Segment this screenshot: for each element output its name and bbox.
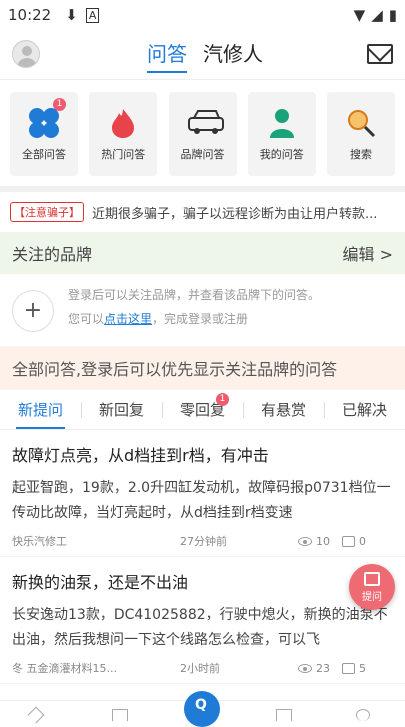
signal-icon: ◢ — [371, 6, 383, 24]
top-header: 问答 汽修人 — [0, 30, 405, 80]
followed-brands-header: 关注的品牌 编辑 > — [0, 232, 405, 274]
ask-question-button[interactable]: 提问 — [349, 564, 395, 610]
tab-qa[interactable]: 问答 — [147, 38, 187, 73]
car-icon — [186, 106, 224, 140]
ask-label: 提问 — [362, 592, 382, 603]
question-card[interactable]: 故障灯点亮，从d档挂到r档，有冲击 起亚智跑，19款，2.0升四缸发动机，故障码… — [0, 430, 405, 557]
quick-label: 全部问答 — [22, 148, 66, 161]
comment-icon — [342, 662, 355, 674]
quick-label: 我的问答 — [259, 148, 304, 161]
quick-my-qa[interactable]: 我的问答 — [247, 92, 316, 176]
app-notification-icon: A — [85, 7, 100, 23]
edit-icon — [364, 572, 380, 586]
notice-tag: 【注意骗子】 — [10, 202, 84, 222]
question-desc: 起亚智跑，19款，2.0升四缸发动机，故障码报p0731档位一传动比故障，当灯亮… — [12, 480, 391, 521]
question-user: 快乐汽修工 — [12, 535, 67, 548]
tab-badge: 1 — [216, 393, 229, 406]
tab-rewarded[interactable]: 有悬赏 — [243, 390, 324, 429]
comment-icon — [342, 535, 355, 547]
download-icon: ⬇ — [65, 6, 78, 24]
tab-new-questions[interactable]: 新提问 — [0, 390, 81, 429]
tab-label: 已解决 — [341, 401, 387, 419]
news-icon[interactable] — [112, 709, 128, 721]
tab-label: 有悬赏 — [260, 401, 306, 419]
login-link[interactable]: 点击这里 — [104, 312, 152, 326]
status-time: 10:22 — [8, 6, 52, 24]
question-time: 2小时前 — [180, 662, 220, 675]
login-banner: 全部问答,登录后可以优先显示关注品牌的问答 — [0, 346, 405, 390]
status-bar: 10:22 ⬇ A ▼ ◢ ▮ — [0, 0, 405, 30]
eye-icon — [298, 536, 312, 546]
quick-label: 品牌问答 — [180, 148, 225, 161]
views-count: 10 — [316, 534, 330, 548]
tab-zero-replies[interactable]: 零回复 1 — [162, 390, 243, 429]
notice-bar[interactable]: 【注意骗子】 近期很多骗子，骗子以远程诊断为由让用户转款... — [0, 192, 405, 232]
question-card[interactable]: 新换的油泵，还是不出油 长安逸动13款，DC41025882，行驶中熄火，新换的… — [0, 557, 405, 684]
views: 23 — [298, 662, 330, 675]
bottom-nav — [0, 691, 405, 727]
login-hint: 登录后可以关注品牌，并查看该品牌下的问答。 — [68, 288, 321, 302]
video-icon[interactable] — [276, 709, 292, 721]
quick-search[interactable]: 搜索 — [327, 92, 395, 176]
wifi-icon: ▼ — [353, 6, 366, 24]
quick-brand-qa[interactable]: 品牌问答 — [168, 92, 237, 176]
tab-mechanics[interactable]: 汽修人 — [203, 38, 263, 73]
filter-tabs: 新提问 新回复 零回复 1 有悬赏 已解决 — [0, 390, 405, 430]
hint-prefix: 您可以 — [68, 312, 105, 326]
quick-all-qa[interactable]: 1 全部问答 — [10, 92, 78, 176]
notice-text: 近期很多骗子，骗子以远程诊断为由让用户转款... — [92, 206, 378, 222]
eye-icon — [298, 663, 312, 673]
tab-new-replies[interactable]: 新回复 — [81, 390, 162, 429]
quick-hot-qa[interactable]: 热门问答 — [89, 92, 158, 176]
question-user: 冬 五金滴灌材料15... — [12, 662, 117, 675]
quick-label: 搜索 — [350, 148, 372, 161]
followed-brands-body: + 登录后可以关注品牌，并查看该品牌下的问答。 您可以点击这里，完成登录或注册 — [0, 274, 405, 346]
person-icon — [265, 106, 299, 140]
views: 10 — [298, 535, 330, 548]
battery-icon: ▮ — [388, 6, 397, 24]
add-brand-button[interactable]: + — [12, 290, 54, 332]
followed-brands-title: 关注的品牌 — [12, 245, 93, 264]
views-count: 23 — [316, 661, 330, 675]
comments: 0 — [342, 535, 366, 548]
quick-entries: 1 全部问答 热门问答 品牌问答 我的问答 搜索 — [0, 80, 405, 186]
login-hint-2: 您可以点击这里，完成登录或注册 — [68, 310, 248, 327]
comments: 5 — [342, 662, 366, 675]
clover-icon — [27, 106, 61, 140]
quick-label: 热门问答 — [101, 148, 146, 161]
question-desc: 长安逸动13款，DC41025882，行驶中熄火，新换的油泵不出油，然后我想问一… — [12, 607, 388, 648]
comments-count: 5 — [359, 661, 366, 675]
edit-button[interactable]: 编辑 > — [343, 241, 394, 265]
question-title: 故障灯点亮，从d档挂到r档，有冲击 — [12, 446, 269, 465]
search-icon — [344, 106, 378, 140]
question-title: 新换的油泵，还是不出油 — [12, 573, 189, 592]
profile-icon[interactable] — [356, 709, 370, 721]
question-time: 27分钟前 — [180, 535, 227, 548]
tab-label: 新提问 — [17, 401, 63, 419]
question-meta: 快乐汽修工 27分钟前 10 0 — [12, 526, 393, 556]
hint-suffix: ，完成登录或注册 — [152, 312, 249, 326]
mail-icon[interactable] — [367, 44, 393, 64]
home-icon[interactable] — [27, 706, 45, 724]
flame-icon — [106, 106, 140, 140]
top-tabs: 问答 汽修人 — [147, 38, 263, 73]
avatar[interactable] — [12, 40, 40, 68]
qa-nav-icon[interactable] — [184, 691, 220, 727]
tab-resolved[interactable]: 已解决 — [324, 390, 405, 429]
question-meta: 冬 五金滴灌材料15... 2小时前 23 5 — [12, 653, 393, 683]
tab-label: 新回复 — [98, 401, 144, 419]
comments-count: 0 — [359, 534, 366, 548]
